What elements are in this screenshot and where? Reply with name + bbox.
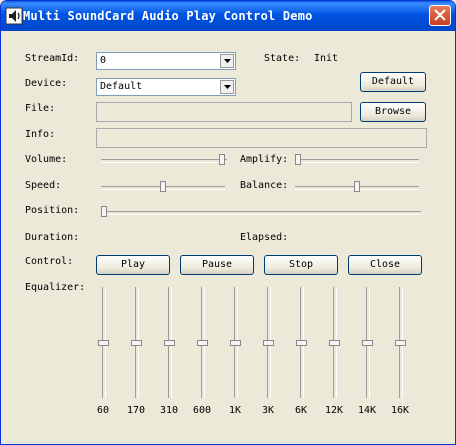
- volume-slider-thumb[interactable]: [218, 154, 225, 165]
- amplify-slider-track[interactable]: [295, 159, 419, 163]
- eq-slider-thumb[interactable]: [362, 339, 373, 346]
- eq-band-label: 6K: [294, 405, 308, 416]
- eq-slider-thumb[interactable]: [131, 339, 142, 346]
- streamid-dropdown-button[interactable]: [220, 54, 234, 68]
- eq-slider-thumb[interactable]: [197, 339, 208, 346]
- file-label: File:: [25, 103, 56, 114]
- eq-slider-thumb[interactable]: [98, 339, 109, 346]
- position-slider-thumb[interactable]: [101, 206, 107, 217]
- eq-slider-thumb[interactable]: [329, 339, 340, 346]
- state-label: State:: [264, 53, 301, 64]
- speed-label: Speed:: [25, 180, 62, 191]
- chevron-down-icon: [224, 85, 231, 89]
- default-button[interactable]: Default: [360, 72, 426, 92]
- close-icon: [434, 9, 446, 21]
- eq-slider-thumb[interactable]: [395, 339, 406, 346]
- elapsed-label: Elapsed:: [240, 232, 289, 243]
- main-window: Multi SoundCard Audio Play Control Demo …: [0, 0, 456, 445]
- device-label: Device:: [25, 78, 68, 89]
- device-dropdown-button[interactable]: [220, 80, 234, 94]
- browse-button[interactable]: Browse: [360, 102, 426, 122]
- eq-band-label: 1K: [228, 405, 242, 416]
- volume-slider-track[interactable]: [101, 159, 227, 163]
- eq-slider-thumb[interactable]: [296, 339, 307, 346]
- eq-band-label: 16K: [390, 405, 410, 416]
- volume-label: Volume:: [25, 154, 68, 165]
- streamid-label: StreamId:: [25, 53, 80, 64]
- eq-band-label: 12K: [324, 405, 344, 416]
- info-label: Info:: [25, 129, 56, 140]
- chevron-down-icon: [224, 59, 231, 63]
- duration-label: Duration:: [25, 232, 80, 243]
- title-bar[interactable]: Multi SoundCard Audio Play Control Demo: [1, 1, 455, 31]
- eq-slider-thumb[interactable]: [263, 339, 274, 346]
- position-label: Position:: [25, 205, 80, 216]
- eq-band-label: 14K: [357, 405, 377, 416]
- position-slider-track[interactable]: [101, 211, 421, 215]
- speed-slider-thumb[interactable]: [160, 181, 166, 192]
- balance-label: Balance:: [240, 180, 289, 191]
- equalizer-label: Equalizer:: [25, 282, 86, 293]
- window-close-button[interactable]: [429, 5, 451, 26]
- eq-band-label: 3K: [261, 405, 275, 416]
- close-button[interactable]: Close: [348, 255, 422, 275]
- streamid-value: 0: [100, 55, 107, 66]
- device-select[interactable]: Default: [96, 78, 236, 96]
- streamid-select[interactable]: 0: [96, 52, 236, 70]
- eq-slider-thumb[interactable]: [164, 339, 175, 346]
- amplify-label: Amplify:: [240, 154, 289, 165]
- amplify-slider-thumb[interactable]: [295, 154, 301, 165]
- balance-slider-thumb[interactable]: [354, 181, 360, 192]
- device-value: Default: [100, 81, 143, 92]
- pause-button[interactable]: Pause: [180, 255, 254, 275]
- speaker-icon: [5, 7, 23, 25]
- play-button[interactable]: Play: [96, 255, 170, 275]
- eq-band-label: 170: [126, 405, 146, 416]
- eq-band-label: 600: [192, 405, 212, 416]
- stop-button[interactable]: Stop: [264, 255, 338, 275]
- eq-band-label: 60: [96, 405, 110, 416]
- info-field[interactable]: [96, 128, 427, 148]
- window-title: Multi SoundCard Audio Play Control Demo: [23, 9, 313, 23]
- eq-slider-thumb[interactable]: [230, 339, 241, 346]
- state-value: Init: [314, 53, 339, 64]
- eq-band-label: 310: [159, 405, 179, 416]
- control-label: Control:: [25, 256, 74, 267]
- file-field[interactable]: [96, 102, 352, 122]
